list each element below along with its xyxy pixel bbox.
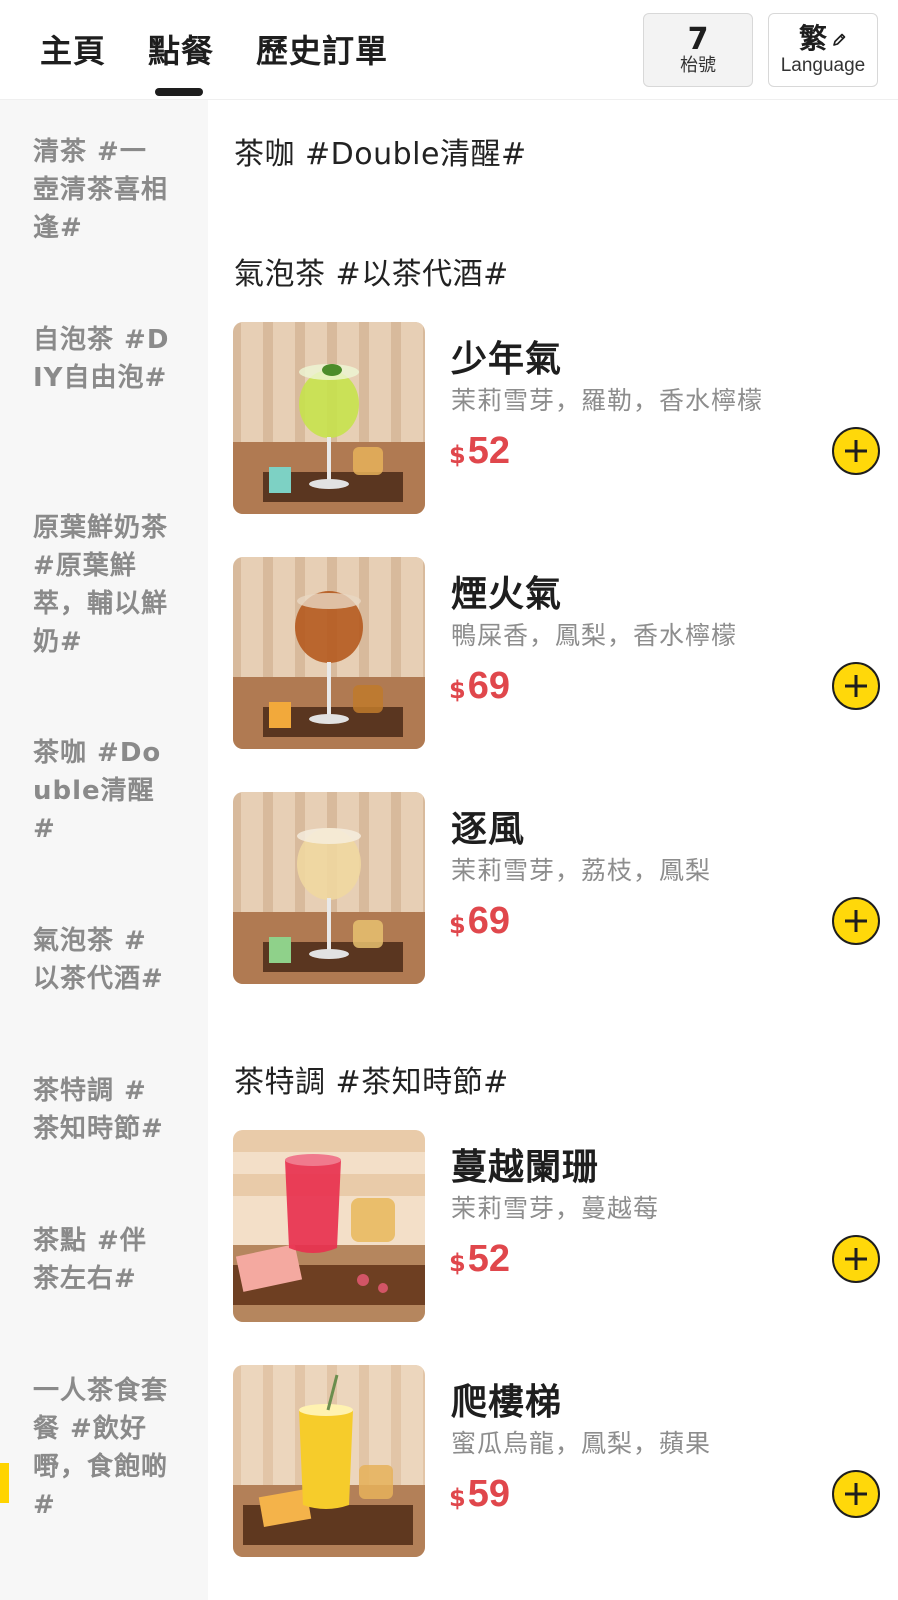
product-name: 逐風	[451, 809, 526, 850]
add-to-cart-button[interactable]	[832, 1470, 880, 1518]
price-value: 52	[467, 1238, 510, 1280]
price-value: 59	[467, 1473, 510, 1515]
currency-symbol: $	[449, 911, 466, 939]
product-image[interactable]	[233, 792, 425, 984]
product-image[interactable]	[233, 322, 425, 514]
add-to-cart-button[interactable]	[832, 1235, 880, 1283]
sidebar-active-indicator	[0, 1463, 9, 1503]
product-description: 鴨屎香，鳳梨，香水檸檬	[451, 621, 738, 650]
product-price: $ 69	[449, 665, 510, 708]
price-value: 69	[467, 665, 510, 707]
pencil-icon	[831, 23, 847, 55]
tab-order-history[interactable]: 歷史訂單	[256, 26, 388, 72]
table-number-button[interactable]: 7 枱號	[643, 13, 753, 87]
tab-home[interactable]: 主頁	[40, 26, 106, 72]
sidebar-item-tea-snacks[interactable]: 茶點 #伴茶左右#	[33, 1222, 173, 1298]
currency-symbol: $	[449, 441, 466, 469]
product-name: 少年氣	[451, 339, 563, 380]
product-name: 煙火氣	[451, 574, 563, 615]
add-to-cart-button[interactable]	[832, 897, 880, 945]
add-to-cart-button[interactable]	[832, 427, 880, 475]
language-label: Language	[780, 55, 866, 76]
sidebar-item-diy-tea[interactable]: 自泡茶 #DIY自由泡#	[33, 321, 173, 397]
active-tab-indicator	[155, 88, 203, 96]
tab-order[interactable]: 點餐	[148, 26, 214, 72]
category-sidebar: 清茶 #一壺清茶喜相逢# 自泡茶 #DIY自由泡# 原葉鮮奶茶 #原葉鮮萃，輔以…	[0, 100, 208, 1600]
sidebar-item-set-meal[interactable]: 一人茶食套餐 #飲好嘢，食飽啲#	[33, 1372, 173, 1524]
price-value: 52	[467, 430, 510, 472]
section-title-tea-special: 茶特調 #茶知時節#	[234, 1065, 509, 1100]
product-description: 蜜瓜烏龍，鳳梨，蘋果	[451, 1429, 712, 1458]
product-image[interactable]	[233, 557, 425, 749]
price-value: 69	[467, 900, 510, 942]
currency-symbol: $	[449, 1484, 466, 1512]
product-price: $ 52	[449, 1238, 510, 1281]
product-image[interactable]	[233, 1365, 425, 1557]
product-description: 茉莉雪芽，荔枝，鳳梨	[451, 856, 712, 885]
product-price: $ 69	[449, 900, 510, 943]
section-title-tea-coffee: 茶咖 #Double清醒#	[234, 137, 527, 172]
sidebar-item-clear-tea[interactable]: 清茶 #一壺清茶喜相逢#	[33, 133, 173, 247]
language-button[interactable]: 繁 Language	[768, 13, 878, 87]
product-image[interactable]	[233, 1130, 425, 1322]
table-number-label: 枱號	[680, 55, 716, 76]
sidebar-item-milk-tea[interactable]: 原葉鮮奶茶 #原葉鮮萃，輔以鮮奶#	[33, 509, 173, 661]
sidebar-item-tea-special[interactable]: 茶特調 #茶知時節#	[33, 1072, 173, 1148]
product-name: 爬樓梯	[451, 1382, 563, 1423]
currency-symbol: $	[449, 676, 466, 704]
sidebar-item-sparkling-tea[interactable]: 氣泡茶 #以茶代酒#	[33, 922, 173, 998]
top-bar: 主頁 點餐 歷史訂單 7 枱號 繁 Language	[0, 0, 898, 100]
product-price: $ 52	[449, 430, 510, 473]
product-description: 茉莉雪芽，羅勒，香水檸檬	[451, 386, 764, 415]
sidebar-item-tea-coffee[interactable]: 茶咖 #Double清醒#	[33, 734, 173, 848]
currency-symbol: $	[449, 1249, 466, 1277]
product-price: $ 59	[449, 1473, 510, 1516]
add-to-cart-button[interactable]	[832, 662, 880, 710]
product-description: 茉莉雪芽，蔓越莓	[451, 1194, 660, 1223]
section-title-sparkling-tea: 氣泡茶 #以茶代酒#	[234, 257, 509, 292]
language-current: 繁	[798, 22, 827, 55]
table-number: 7	[687, 22, 709, 57]
product-name: 蔓越闌珊	[451, 1147, 600, 1188]
